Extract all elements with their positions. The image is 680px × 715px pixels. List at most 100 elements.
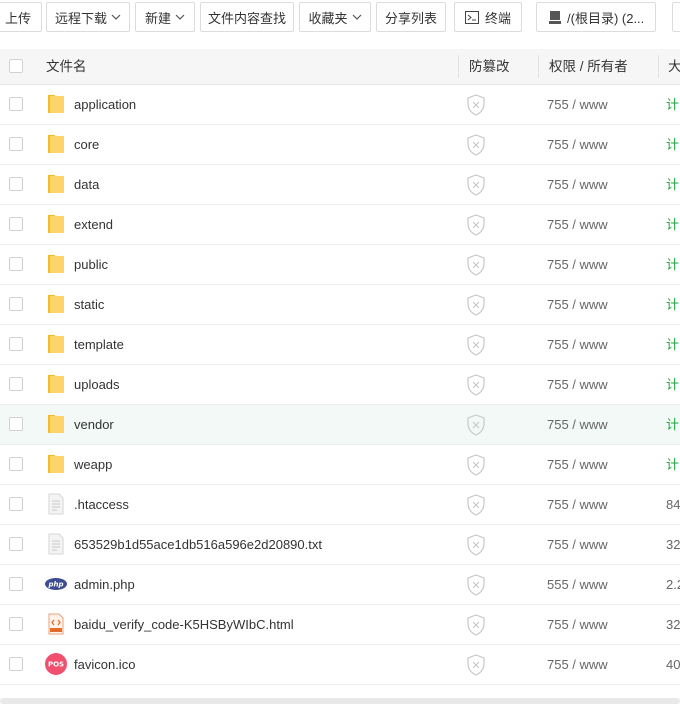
share-list-button[interactable]: 分享列表 bbox=[376, 2, 446, 32]
file-name[interactable]: extend bbox=[74, 205, 113, 244]
path-input-edge[interactable] bbox=[672, 2, 680, 32]
shield-off-icon[interactable] bbox=[466, 614, 486, 636]
table-row[interactable]: .htaccess 755 / www 84 bbox=[0, 485, 680, 525]
row-checkbox[interactable] bbox=[9, 537, 23, 551]
shield-off-icon[interactable] bbox=[466, 654, 486, 676]
table-row[interactable]: application 755 / www 计 bbox=[0, 85, 680, 125]
ico-file-icon: POS bbox=[44, 652, 68, 676]
table-row[interactable]: POS favicon.ico 755 / www 40 bbox=[0, 645, 680, 685]
permission-owner[interactable]: 755 / www bbox=[547, 325, 608, 364]
permission-owner[interactable]: 755 / www bbox=[547, 285, 608, 324]
table-row[interactable]: 653529b1d55ace1db516a596e2d20890.txt 755… bbox=[0, 525, 680, 565]
file-name[interactable]: application bbox=[74, 85, 136, 124]
table-row[interactable]: data 755 / www 计 bbox=[0, 165, 680, 205]
shield-off-icon[interactable] bbox=[466, 214, 486, 236]
terminal-button[interactable]: 终端 bbox=[454, 2, 522, 32]
column-divider bbox=[658, 55, 659, 78]
shield-off-icon[interactable] bbox=[466, 574, 486, 596]
path-label: /(根目录) (2... bbox=[567, 10, 645, 26]
row-checkbox[interactable] bbox=[9, 657, 23, 671]
folder-icon bbox=[44, 292, 68, 316]
path-breadcrumb[interactable]: /(根目录) (2... bbox=[536, 2, 656, 32]
permission-owner[interactable]: 755 / www bbox=[547, 525, 608, 564]
row-checkbox[interactable] bbox=[9, 377, 23, 391]
horizontal-scrollbar[interactable] bbox=[0, 698, 680, 704]
row-checkbox[interactable] bbox=[9, 97, 23, 111]
file-size: 40 bbox=[666, 657, 680, 672]
favorites-label: 收藏夹 bbox=[308, 10, 348, 26]
shield-off-icon[interactable] bbox=[466, 534, 486, 556]
file-name[interactable]: weapp bbox=[74, 445, 112, 484]
content-search-button[interactable]: 文件内容查找 bbox=[200, 2, 294, 32]
new-button[interactable]: 新建 bbox=[135, 2, 195, 32]
permission-owner[interactable]: 755 / www bbox=[547, 125, 608, 164]
shield-off-icon[interactable] bbox=[466, 454, 486, 476]
shield-off-icon[interactable] bbox=[466, 294, 486, 316]
permission-owner[interactable]: 755 / www bbox=[547, 245, 608, 284]
permission-owner[interactable]: 755 / www bbox=[547, 405, 608, 444]
row-checkbox[interactable] bbox=[9, 577, 23, 591]
column-header-permission[interactable]: 权限 / 所有者 bbox=[549, 49, 628, 84]
file-name[interactable]: favicon.ico bbox=[74, 645, 135, 684]
permission-owner[interactable]: 755 / www bbox=[547, 85, 608, 124]
table-row[interactable]: weapp 755 / www 计 bbox=[0, 445, 680, 485]
file-name[interactable]: core bbox=[74, 125, 99, 164]
file-name[interactable]: uploads bbox=[74, 365, 120, 404]
permission-owner[interactable]: 755 / www bbox=[547, 605, 608, 644]
row-checkbox[interactable] bbox=[9, 177, 23, 191]
row-checkbox[interactable] bbox=[9, 217, 23, 231]
table-row[interactable]: uploads 755 / www 计 bbox=[0, 365, 680, 405]
file-name[interactable]: data bbox=[74, 165, 99, 204]
file-size: 计 bbox=[666, 297, 680, 312]
shield-off-icon[interactable] bbox=[466, 174, 486, 196]
shield-off-icon[interactable] bbox=[466, 134, 486, 156]
row-checkbox[interactable] bbox=[9, 617, 23, 631]
file-name[interactable]: admin.php bbox=[74, 565, 135, 604]
file-name[interactable]: baidu_verify_code-K5HSByWIbC.html bbox=[74, 605, 294, 644]
permission-owner[interactable]: 555 / www bbox=[547, 565, 608, 604]
row-checkbox[interactable] bbox=[9, 497, 23, 511]
file-name[interactable]: .htaccess bbox=[74, 485, 129, 524]
file-name[interactable]: public bbox=[74, 245, 108, 284]
column-header-size[interactable]: 大 bbox=[668, 49, 680, 84]
shield-off-icon[interactable] bbox=[466, 254, 486, 276]
row-checkbox[interactable] bbox=[9, 457, 23, 471]
favorites-button[interactable]: 收藏夹 bbox=[299, 2, 371, 32]
table-row[interactable]: php admin.php 555 / www 2.2 bbox=[0, 565, 680, 605]
table-row[interactable]: baidu_verify_code-K5HSByWIbC.html 755 / … bbox=[0, 605, 680, 645]
shield-off-icon[interactable] bbox=[466, 374, 486, 396]
row-checkbox[interactable] bbox=[9, 297, 23, 311]
row-checkbox[interactable] bbox=[9, 257, 23, 271]
column-header-tamper[interactable]: 防篡改 bbox=[469, 49, 510, 84]
select-all-checkbox[interactable] bbox=[9, 59, 23, 73]
remote-download-button[interactable]: 远程下载 bbox=[46, 2, 130, 32]
row-checkbox[interactable] bbox=[9, 337, 23, 351]
shield-off-icon[interactable] bbox=[466, 94, 486, 116]
table-row[interactable]: template 755 / www 计 bbox=[0, 325, 680, 365]
row-checkbox[interactable] bbox=[9, 137, 23, 151]
table-row[interactable]: public 755 / www 计 bbox=[0, 245, 680, 285]
table-row[interactable]: extend 755 / www 计 bbox=[0, 205, 680, 245]
table-row[interactable]: static 755 / www 计 bbox=[0, 285, 680, 325]
column-divider bbox=[538, 55, 539, 78]
column-header-name[interactable]: 文件名 bbox=[46, 49, 87, 84]
table-row[interactable]: vendor 755 / www 计 bbox=[0, 405, 680, 445]
table-row[interactable]: core 755 / www 计 bbox=[0, 125, 680, 165]
permission-owner[interactable]: 755 / www bbox=[547, 445, 608, 484]
permission-owner[interactable]: 755 / www bbox=[547, 645, 608, 684]
row-checkbox[interactable] bbox=[9, 417, 23, 431]
permission-owner[interactable]: 755 / www bbox=[547, 485, 608, 524]
file-name[interactable]: template bbox=[74, 325, 124, 364]
shield-off-icon[interactable] bbox=[466, 494, 486, 516]
permission-owner[interactable]: 755 / www bbox=[547, 365, 608, 404]
file-size: 计 bbox=[666, 217, 680, 232]
file-name[interactable]: static bbox=[74, 285, 104, 324]
shield-off-icon[interactable] bbox=[466, 414, 486, 436]
file-name[interactable]: 653529b1d55ace1db516a596e2d20890.txt bbox=[74, 525, 322, 564]
terminal-label: 终端 bbox=[484, 10, 511, 26]
permission-owner[interactable]: 755 / www bbox=[547, 165, 608, 204]
file-name[interactable]: vendor bbox=[74, 405, 114, 444]
shield-off-icon[interactable] bbox=[466, 334, 486, 356]
permission-owner[interactable]: 755 / www bbox=[547, 205, 608, 244]
upload-button[interactable]: 上传 bbox=[0, 2, 42, 32]
